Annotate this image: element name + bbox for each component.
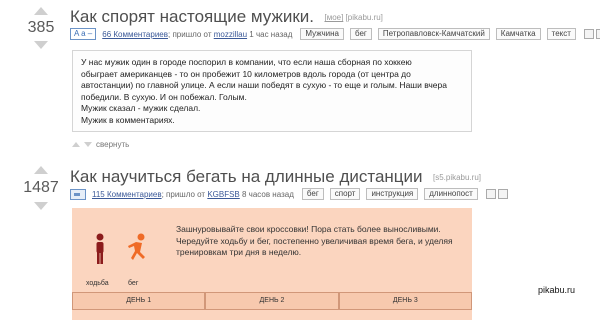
- day-column-header: ДЕНЬ 3: [338, 292, 472, 310]
- story-line: автостанции) по главной улице. А если на…: [81, 80, 447, 91]
- collapse-link[interactable]: свернуть: [96, 140, 129, 149]
- day-column-header: ДЕНЬ 2: [205, 292, 339, 310]
- expand-square-icon[interactable]: [497, 189, 508, 199]
- tag[interactable]: текст: [546, 28, 576, 40]
- post-meta: 115 Комментариев ; пришло от KGBFSB 8 ча…: [70, 188, 508, 200]
- tag[interactable]: инструкция: [366, 188, 419, 200]
- post-title[interactable]: Как научиться бегать на длинные дистанци…: [70, 167, 423, 186]
- title-row: Как спорят настоящие мужики. [мое] [pika…: [70, 7, 383, 27]
- tag[interactable]: бег: [349, 28, 372, 40]
- posted-by-text: ; пришло от: [161, 189, 206, 199]
- mini-downvote-icon[interactable]: [84, 142, 92, 147]
- tag[interactable]: длиннопост: [424, 188, 478, 200]
- tag[interactable]: спорт: [329, 188, 361, 200]
- comments-link[interactable]: 66 Комментариев: [102, 30, 168, 39]
- mini-upvote-icon[interactable]: [72, 142, 80, 147]
- minimize-square-icon[interactable]: [485, 189, 496, 199]
- story-line: обыграет американцев - то он пробежит 10…: [81, 68, 411, 79]
- running-figure-icon: [128, 233, 145, 260]
- vote-block: 1487: [22, 166, 60, 210]
- tag[interactable]: Мужчина: [300, 28, 344, 40]
- tag-list: Мужчина бег Петропавловск-Камчатский Кам…: [300, 28, 582, 40]
- story-line: У нас мужик один в городе поспорил в ком…: [81, 57, 412, 67]
- domain-site: [pikabu.ru]: [345, 13, 383, 23]
- post-meta: A a – 66 Комментариев ; пришло от mozzil…: [70, 28, 600, 40]
- author-link[interactable]: KGBFSB: [207, 190, 239, 199]
- downvote-arrow-icon[interactable]: [34, 41, 48, 49]
- post-score: 1487: [23, 179, 59, 196]
- posted-by-text: ; пришло от: [168, 29, 212, 39]
- title-row: Как научиться бегать на длинные дистанци…: [70, 167, 481, 187]
- walking-figure-icon: [96, 233, 104, 264]
- post-time: 1 час назад: [249, 29, 293, 39]
- author-link[interactable]: mozzillau: [214, 30, 247, 39]
- site-watermark: pikabu.ru: [538, 285, 576, 295]
- comments-link[interactable]: 115 Комментариев: [92, 190, 162, 199]
- upvote-arrow-icon[interactable]: [34, 7, 48, 15]
- image-post-icon[interactable]: [70, 188, 86, 200]
- expand-square-icon[interactable]: [595, 29, 600, 39]
- my-marker[interactable]: [мое]: [324, 13, 343, 22]
- tag[interactable]: Камчатка: [495, 28, 541, 40]
- story-line: Мужик в комментариях.: [81, 114, 175, 125]
- tag[interactable]: Петропавловск-Камчатский: [377, 28, 490, 40]
- minimize-square-icon[interactable]: [583, 29, 594, 39]
- story-box: У нас мужик один в городе поспорил в ком…: [72, 50, 472, 132]
- story-line: Мужик сказал - мужик сделал.: [81, 103, 201, 114]
- post-score: 385: [27, 19, 55, 36]
- story-line: победили. В сухую. И он побежал. Голым.: [81, 91, 247, 102]
- vote-block: 385: [22, 7, 60, 49]
- run-label: бег: [128, 280, 139, 287]
- post-title[interactable]: Как спорят настоящие мужики.: [70, 7, 314, 26]
- day-header-row: ДЕНЬ 1 ДЕНЬ 2 ДЕНЬ 3: [72, 292, 472, 310]
- text-format-button[interactable]: A a –: [70, 28, 97, 40]
- upvote-arrow-icon[interactable]: [34, 166, 48, 174]
- domain-site: [s5.pikabu.ru]: [432, 173, 482, 183]
- running-infographic: ходьба бег Зашнуровывайте свои кроссовки…: [72, 208, 472, 320]
- post-time: 8 часов назад: [242, 189, 294, 199]
- collapse-row: свернуть: [72, 140, 129, 149]
- downvote-arrow-icon[interactable]: [34, 202, 48, 210]
- tag-list: бег спорт инструкция длиннопост: [301, 188, 484, 200]
- walk-label: ходьба: [86, 280, 109, 287]
- infographic-text: Зашнуровывайте свои кроссовки! Пора стат…: [176, 224, 453, 258]
- post-domain: [мое] [pikabu.ru]: [324, 13, 382, 22]
- day-column-header: ДЕНЬ 1: [72, 292, 206, 310]
- tag[interactable]: бег: [301, 188, 324, 200]
